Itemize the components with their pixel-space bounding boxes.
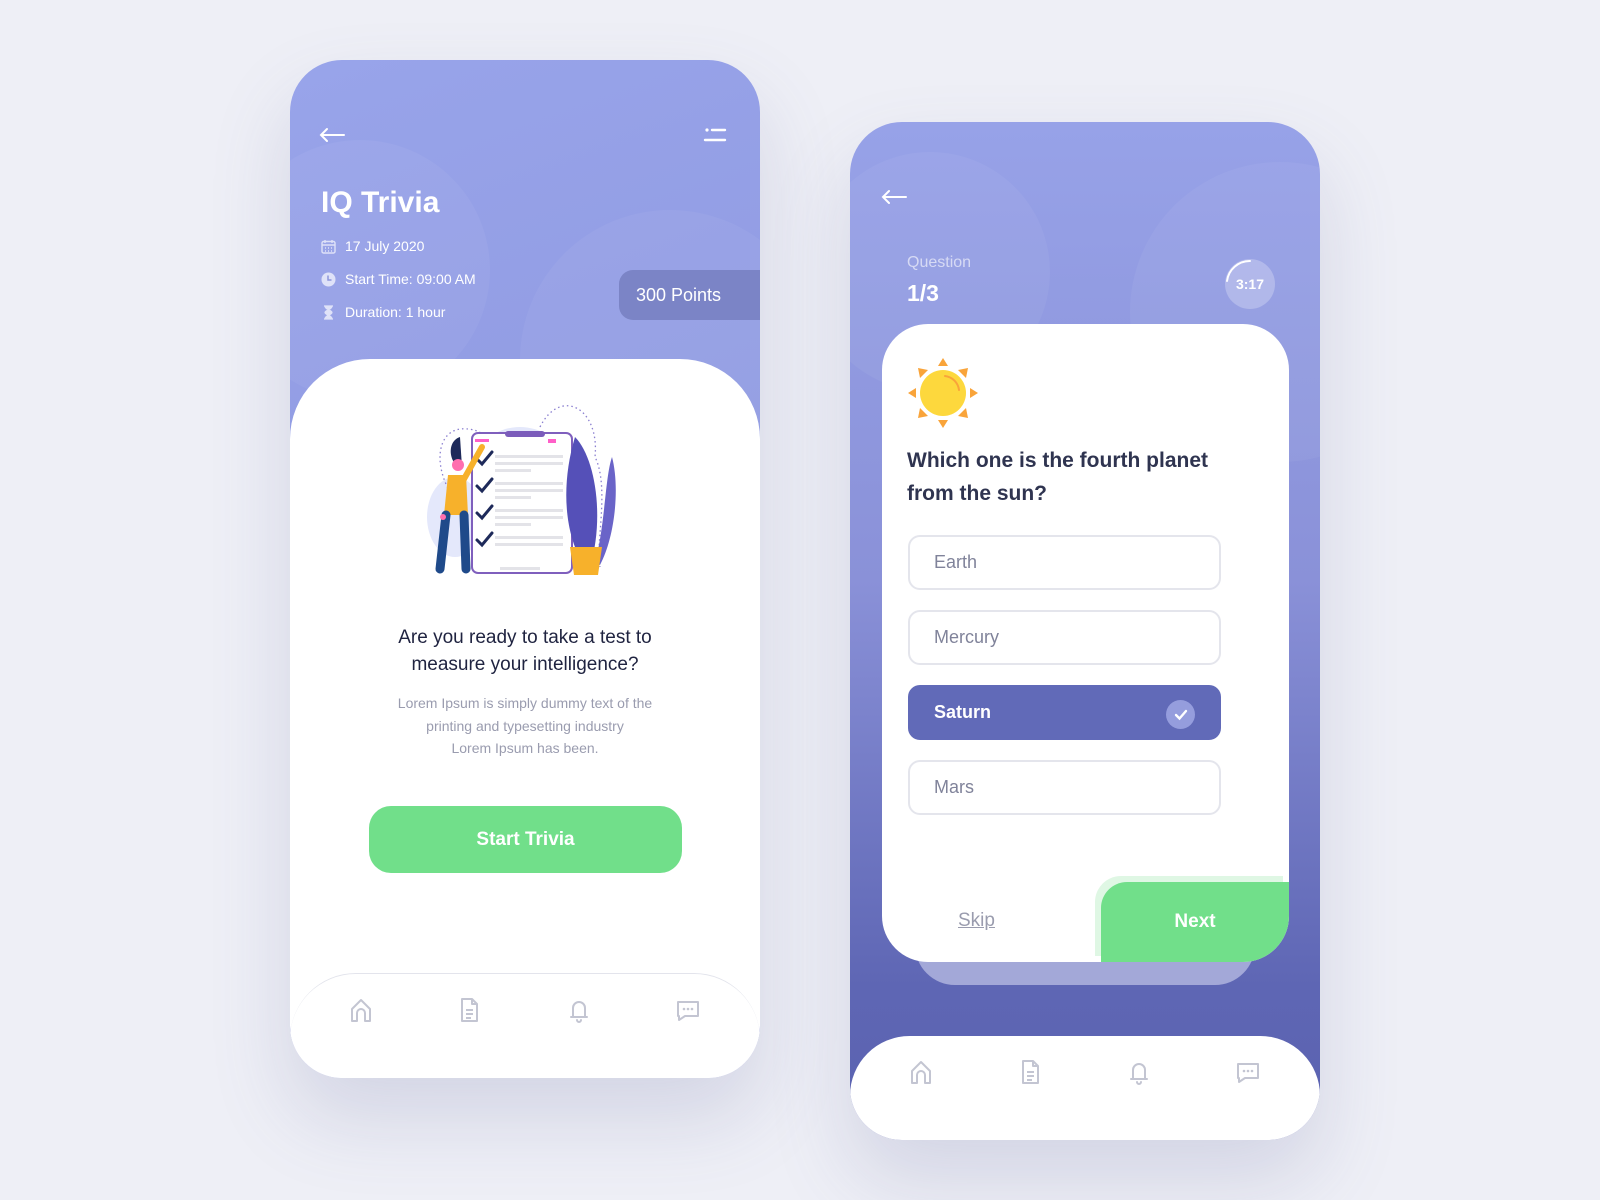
calendar-icon	[321, 239, 336, 254]
question-text: Which one is the fourth planet from the …	[907, 444, 1247, 510]
countdown-timer: 3:17	[1225, 259, 1275, 309]
chat-icon[interactable]	[674, 996, 702, 1024]
question-line: from the sun?	[907, 482, 1047, 505]
start-time: Start Time: 09:00 AM	[345, 271, 476, 287]
description-line: printing and typesetting industry	[426, 717, 624, 734]
bottom-nav	[290, 973, 760, 1078]
answer-option[interactable]: Mars	[908, 760, 1221, 815]
trivia-intro-screen: IQ Trivia 17 July 2020 Start Time: 09:00…	[290, 60, 760, 1078]
checkmark-icon	[1166, 700, 1195, 729]
back-arrow-icon[interactable]	[318, 127, 346, 143]
back-arrow-icon[interactable]	[880, 189, 908, 205]
duration: Duration: 1 hour	[345, 304, 446, 320]
question-card: Which one is the fourth planet from the …	[882, 324, 1289, 962]
document-icon[interactable]	[1016, 1058, 1044, 1086]
date-row: 17 July 2020	[321, 238, 424, 254]
option-label: Saturn	[934, 702, 992, 722]
duration-row: Duration: 1 hour	[321, 304, 445, 320]
skip-button[interactable]: Skip	[958, 910, 995, 932]
description-line: Lorem Ipsum has been.	[451, 740, 599, 756]
question-line: Which one is the fourth planet	[907, 449, 1208, 472]
bell-icon[interactable]	[565, 996, 593, 1024]
sun-icon	[908, 358, 978, 428]
question-progress: 1/3	[907, 280, 939, 306]
hourglass-icon	[324, 304, 333, 320]
question-label: Question	[907, 254, 972, 271]
event-date: 17 July 2020	[345, 238, 425, 254]
document-icon[interactable]	[455, 996, 483, 1024]
menu-icon[interactable]	[703, 128, 727, 142]
bottom-nav	[850, 1036, 1320, 1140]
heading-line: Are you ready to take a test to	[398, 627, 652, 648]
chat-icon[interactable]	[1234, 1058, 1262, 1086]
question-screen: Question 1/3 3:17 Which one is the fourt…	[850, 122, 1320, 1140]
option-label: Mars	[934, 777, 974, 797]
answer-option[interactable]: Earth	[908, 535, 1221, 590]
points-badge: 300 Points	[619, 270, 760, 320]
description-line: Lorem Ipsum is simply dummy text of the	[397, 695, 653, 711]
answer-option-selected[interactable]: Saturn	[908, 685, 1221, 740]
timer-arc	[1226, 259, 1251, 282]
start-time-row: Start Time: 09:00 AM	[321, 271, 476, 287]
intro-heading: Are you ready to take a test to measure …	[290, 624, 760, 678]
option-label: Earth	[934, 552, 978, 572]
home-icon[interactable]	[907, 1058, 935, 1086]
page-title: IQ Trivia	[321, 186, 440, 219]
home-icon[interactable]	[347, 996, 375, 1024]
next-button[interactable]: Next	[1101, 882, 1289, 962]
checklist-illustration	[427, 405, 616, 575]
start-trivia-button[interactable]: Start Trivia	[369, 806, 682, 873]
clock-icon	[321, 272, 336, 286]
heading-line: measure your intelligence?	[411, 654, 639, 675]
answer-option[interactable]: Mercury	[908, 610, 1221, 665]
option-label: Mercury	[934, 627, 1000, 647]
intro-card: Are you ready to take a test to measure …	[290, 359, 760, 1078]
bell-icon[interactable]	[1125, 1058, 1153, 1086]
intro-description: Lorem Ipsum is simply dummy text of the …	[290, 692, 760, 760]
